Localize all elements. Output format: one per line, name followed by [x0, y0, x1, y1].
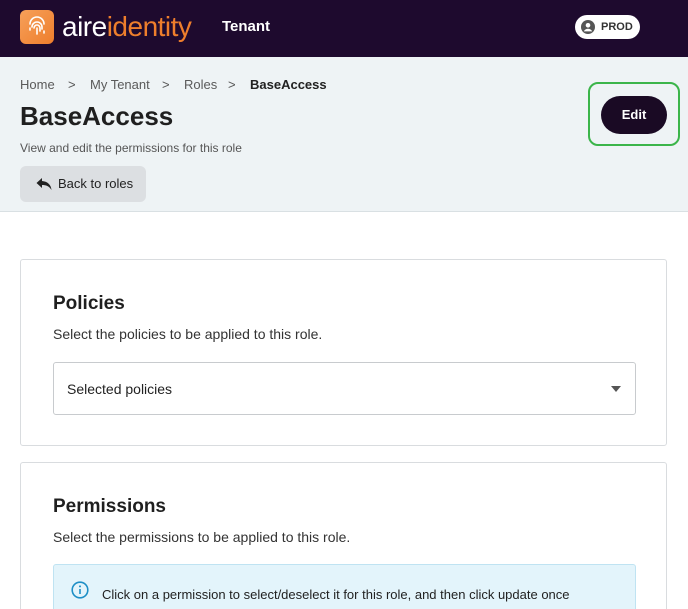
fingerprint-icon[interactable]	[20, 10, 54, 44]
environment-badge[interactable]: PROD	[575, 15, 640, 39]
page-header: Home > My Tenant > Roles > BaseAccess Ba…	[0, 57, 688, 212]
back-to-roles-button[interactable]: Back to roles	[20, 166, 146, 202]
permissions-description: Select the permissions to be applied to …	[53, 529, 351, 545]
breadcrumb-roles[interactable]: Roles	[184, 77, 217, 93]
edit-button[interactable]: Edit	[601, 96, 667, 134]
back-arrow-icon	[36, 178, 52, 190]
breadcrumb-home[interactable]: Home	[20, 77, 55, 93]
edit-button-label: Edit	[621, 107, 647, 122]
policies-select-value: Selected policies	[67, 381, 173, 397]
chevron-down-icon	[611, 386, 621, 392]
policies-card: Policies Select the policies to be appli…	[20, 259, 667, 446]
breadcrumb-separator: >	[162, 77, 170, 92]
top-bar: aireidentity Tenant PROD	[0, 0, 688, 57]
permissions-title: Permissions	[53, 496, 166, 517]
page-title: BaseAccess	[20, 101, 174, 131]
brand-part2: identity	[106, 11, 192, 42]
user-circle-icon	[581, 20, 595, 34]
policies-description: Select the policies to be applied to thi…	[53, 326, 323, 342]
permissions-card: Permissions Select the permissions to be…	[20, 462, 667, 609]
page-subtitle: View and edit the permissions for this r…	[20, 141, 242, 155]
breadcrumb-separator: >	[228, 77, 236, 92]
brand-part1: aire	[62, 11, 107, 42]
policies-select[interactable]: Selected policies	[53, 362, 636, 415]
back-button-label: Back to roles	[58, 176, 134, 191]
info-callout: Click on a permission to select/deselect…	[53, 564, 636, 609]
breadcrumb-my-tenant[interactable]: My Tenant	[90, 77, 150, 93]
info-text: Click on a permission to select/deselect…	[102, 587, 570, 602]
brand-logo[interactable]: aireidentity	[62, 10, 192, 44]
info-icon	[71, 581, 89, 599]
environment-label: PROD	[601, 21, 633, 33]
breadcrumb-separator: >	[68, 77, 76, 92]
policies-title: Policies	[53, 293, 125, 314]
section-title: Tenant	[222, 18, 271, 35]
breadcrumb-current: BaseAccess	[250, 77, 327, 92]
